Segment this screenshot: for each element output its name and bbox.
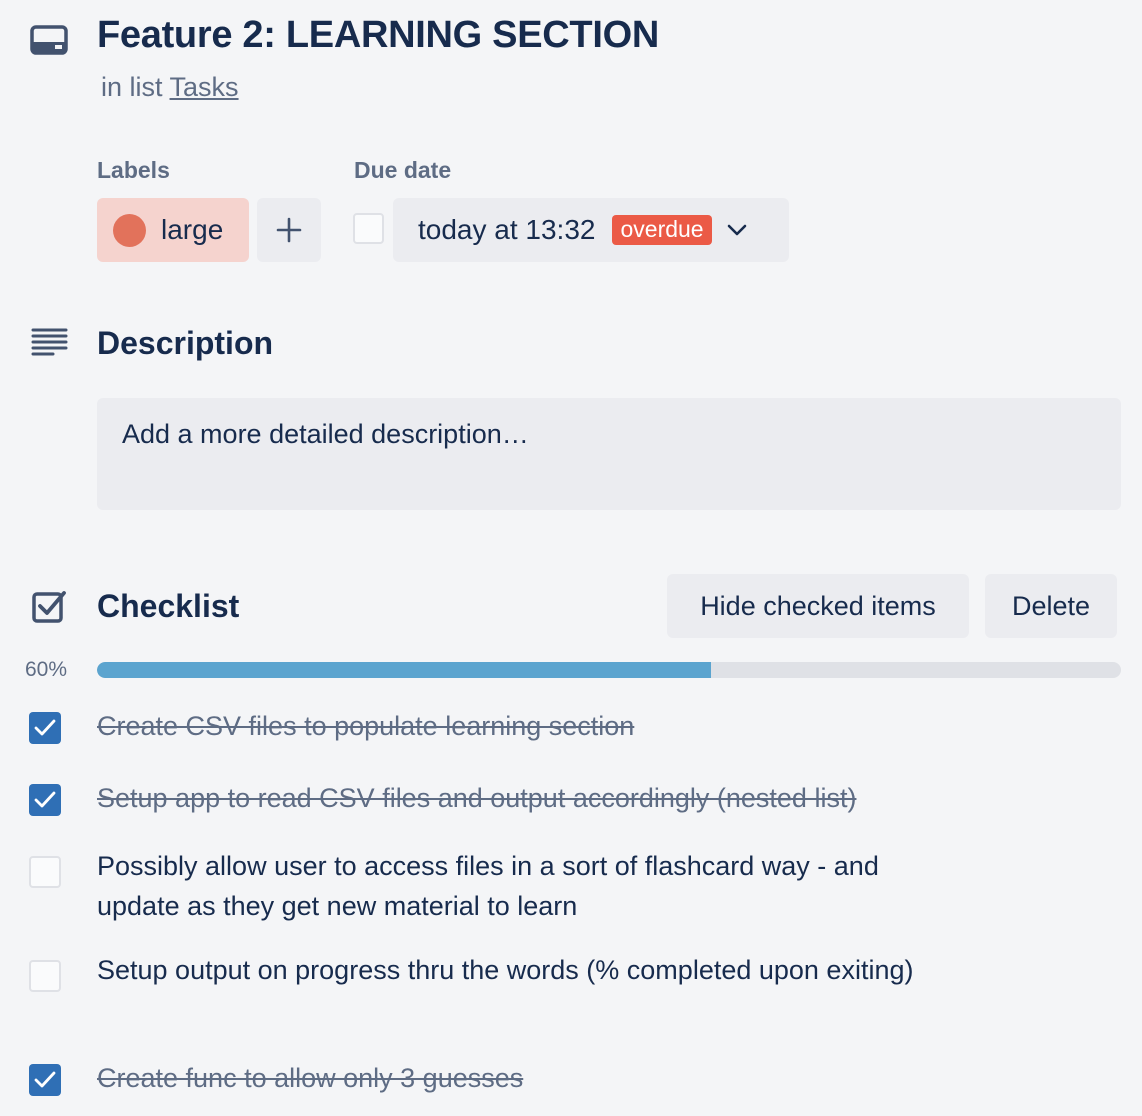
label-color-dot xyxy=(113,213,146,247)
list-reference: in list Tasks xyxy=(101,72,239,103)
checkmark-icon xyxy=(34,719,56,736)
checklist-item-text[interactable]: Create func to allow only 3 guesses xyxy=(97,1058,957,1098)
checklist-item-checkbox[interactable] xyxy=(29,784,61,816)
checklist-title[interactable]: Checklist xyxy=(97,588,239,625)
hide-checked-items-button[interactable]: Hide checked items xyxy=(667,574,969,638)
checklist-item-text[interactable]: Possibly allow user to access files in a… xyxy=(97,846,957,926)
card-title[interactable]: Feature 2: LEARNING SECTION xyxy=(97,14,659,57)
add-label-button[interactable] xyxy=(257,198,321,262)
due-date-complete-checkbox[interactable] xyxy=(353,213,384,244)
checklist-item-checkbox[interactable] xyxy=(29,712,61,744)
description-input[interactable]: Add a more detailed description… xyxy=(97,398,1121,510)
progress-percent: 60% xyxy=(25,658,68,681)
progress-bar-fill xyxy=(97,662,712,678)
due-date-text: today at 13:32 xyxy=(418,214,596,245)
description-icon xyxy=(31,328,68,356)
due-date-heading: Due date xyxy=(354,157,452,183)
checklist-item-text[interactable]: Setup output on progress thru the words … xyxy=(97,950,957,990)
checklist-item-checkbox[interactable] xyxy=(29,960,61,992)
in-list-prefix: in list xyxy=(101,72,163,102)
labels-heading: Labels xyxy=(97,157,170,183)
checklist-item-text[interactable]: Create CSV files to populate learning se… xyxy=(97,706,957,746)
checklist-item-text[interactable]: Setup app to read CSV files and output a… xyxy=(97,778,957,818)
card-icon xyxy=(30,24,68,56)
overdue-badge: overdue xyxy=(612,215,712,245)
plus-icon xyxy=(276,217,302,243)
chevron-down-icon xyxy=(727,224,746,236)
list-link[interactable]: Tasks xyxy=(170,72,239,102)
delete-checklist-button[interactable]: Delete xyxy=(985,574,1117,638)
progress-bar xyxy=(97,662,1121,678)
label-chip-text: large xyxy=(161,214,224,245)
checklist-item-checkbox[interactable] xyxy=(29,856,61,888)
checklist-item-checkbox[interactable] xyxy=(29,1064,61,1096)
checkmark-icon xyxy=(34,791,56,808)
label-chip-large[interactable]: large xyxy=(97,198,249,262)
checkmark-icon xyxy=(34,1071,56,1088)
description-heading: Description xyxy=(97,325,274,361)
due-date-button[interactable]: today at 13:32 overdue xyxy=(393,198,789,262)
description-placeholder: Add a more detailed description… xyxy=(122,419,529,449)
checklist-icon xyxy=(31,588,67,624)
